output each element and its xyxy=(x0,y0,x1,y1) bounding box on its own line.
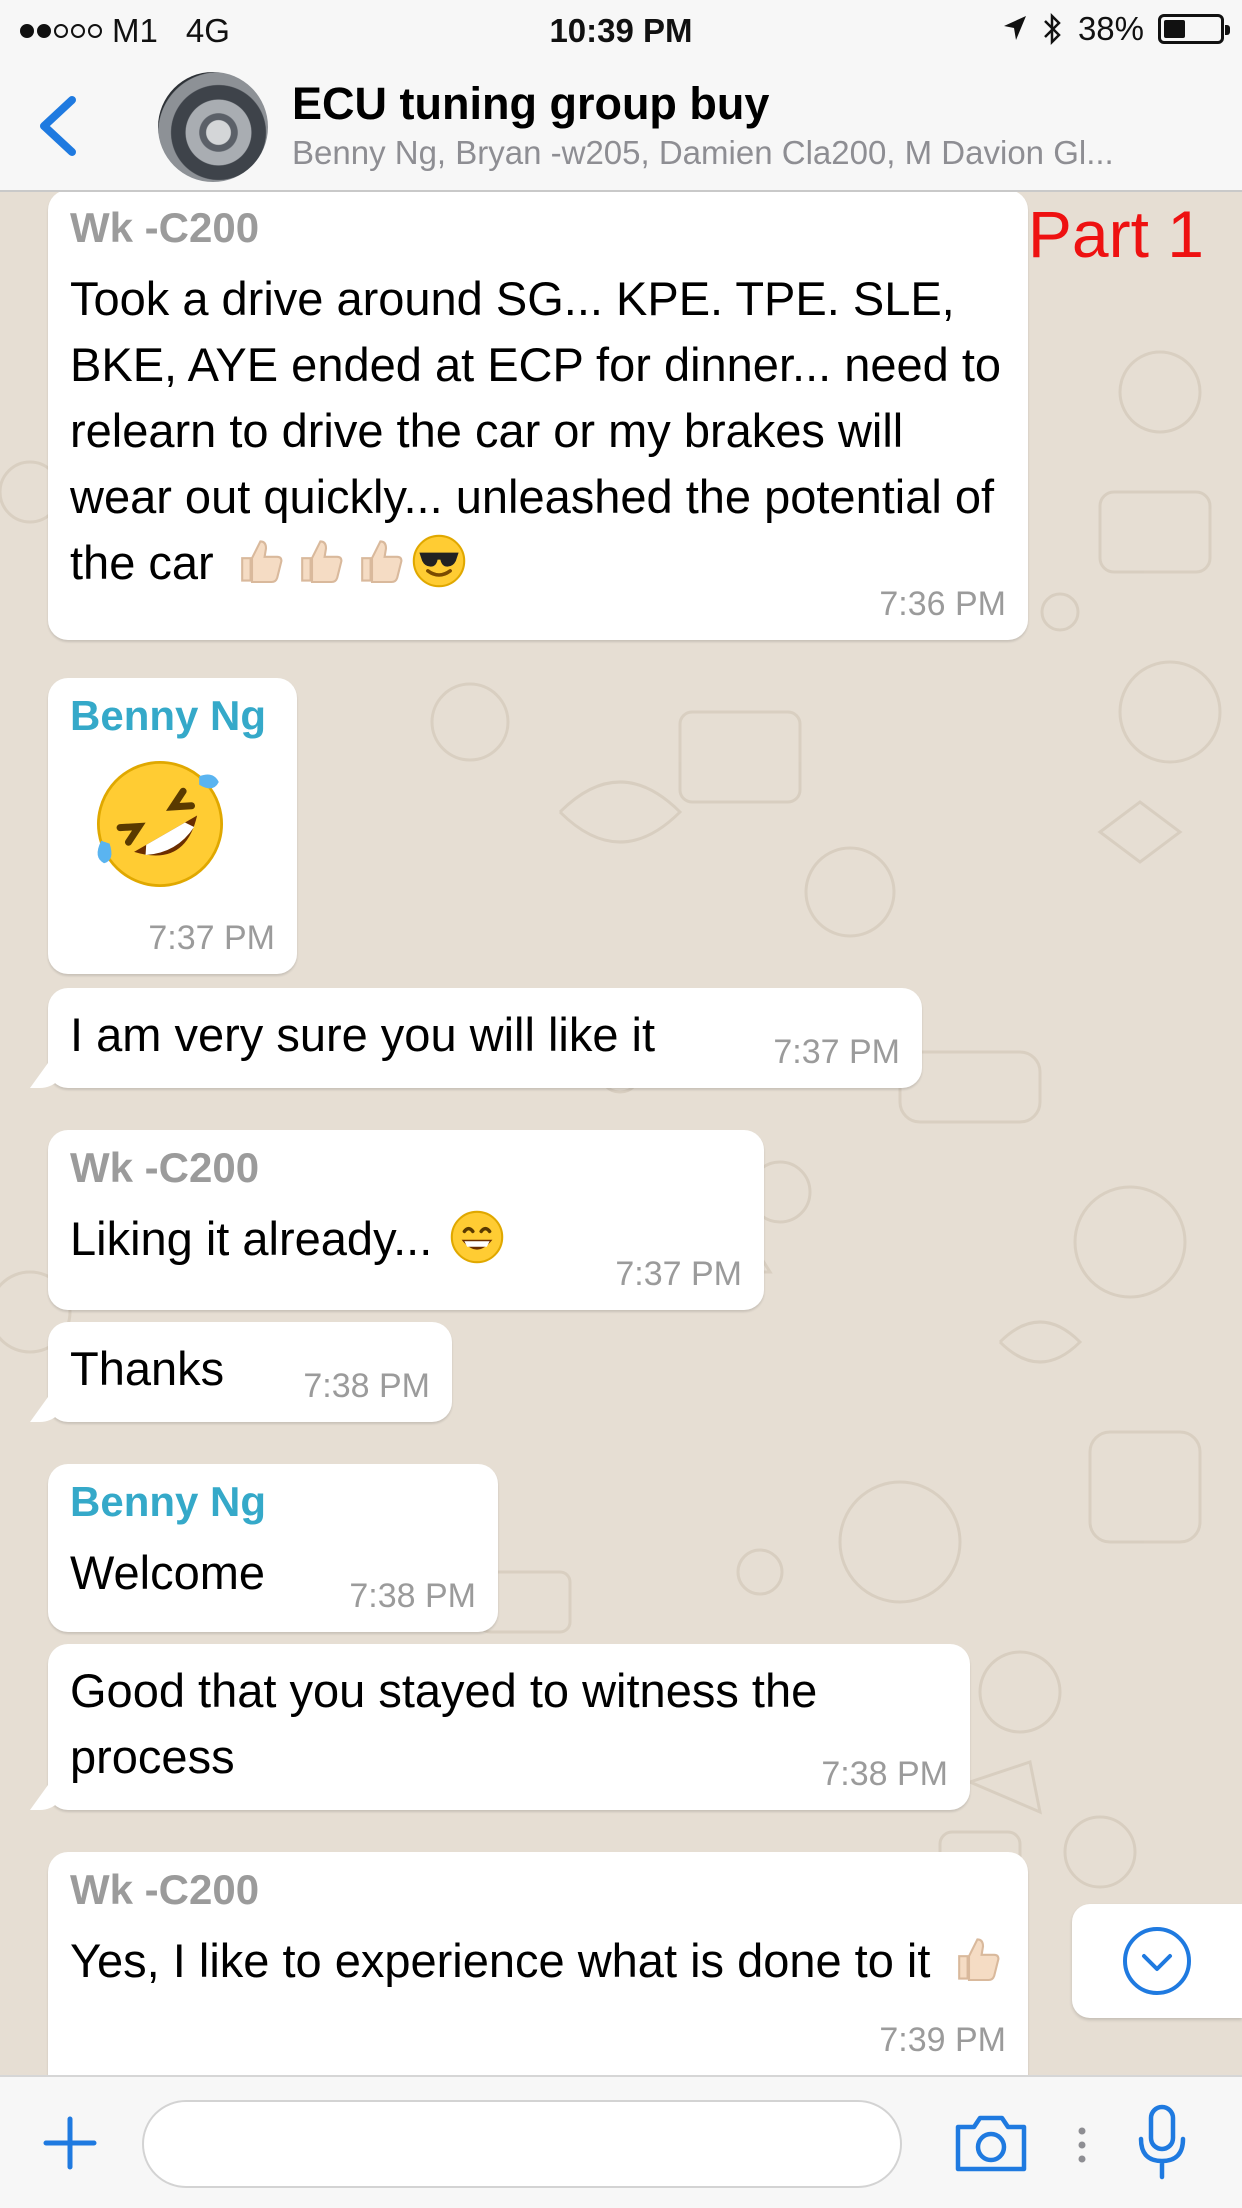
camera-button[interactable] xyxy=(952,2111,1030,2175)
message-text: Yes, I like to experience what is done t… xyxy=(70,1928,1006,1994)
thumbs-up-icon xyxy=(300,540,343,584)
message-sender: Wk -C200 xyxy=(70,1144,260,1191)
input-bar xyxy=(0,2075,1242,2208)
camera-icon xyxy=(955,2115,1027,2172)
thumbs-up-icon xyxy=(240,540,283,584)
message-input[interactable] xyxy=(142,2100,902,2188)
status-right: 38% xyxy=(1002,10,1230,48)
message-time: 7:38 PM xyxy=(349,1577,476,1615)
thumbs-up-icon xyxy=(957,1938,999,1982)
message-sender: Wk -C200 xyxy=(70,1866,260,1913)
bluetooth-icon xyxy=(1044,12,1061,46)
message-text-content: Took a drive around SG... KPE. TPE. SLE,… xyxy=(70,272,1002,589)
overlay-label: Part 1 xyxy=(1027,197,1204,271)
group-avatar[interactable] xyxy=(158,72,268,182)
plus-icon xyxy=(43,2116,97,2170)
more-options-dots xyxy=(1077,2125,1087,2165)
message-time: 7:39 PM xyxy=(879,2021,1006,2059)
battery-percent: 38% xyxy=(1077,10,1144,47)
chat-area[interactable]: Part 1 Wk -C200 Took a drive around SG..… xyxy=(0,192,1242,2075)
message-bubble[interactable]: Thanks 7:38 PM xyxy=(48,1322,452,1422)
message-text-content: Liking it already... xyxy=(70,1212,433,1265)
location-arrow-icon xyxy=(1003,16,1026,40)
message-bubble[interactable]: Wk -C200 Liking it already... 7:37 PM xyxy=(48,1130,764,1310)
grinning-face-with-smiling-eyes-icon xyxy=(451,1210,504,1264)
message-bubble[interactable]: Wk -C200 Took a drive around SG... KPE. … xyxy=(48,192,1028,640)
message-time: 7:36 PM xyxy=(879,585,1006,623)
message-text: Good that you stayed to witness the proc… xyxy=(70,1664,818,1783)
battery-fill xyxy=(1164,20,1185,38)
message-time: 7:37 PM xyxy=(148,919,275,957)
message-time: 7:37 PM xyxy=(615,1255,742,1293)
vertical-dots-icon xyxy=(1078,2127,1086,2163)
microphone-icon xyxy=(1138,2104,1186,2180)
message-time: 7:38 PM xyxy=(821,1755,948,1793)
chevron-down-circle-icon xyxy=(1123,1927,1191,1995)
message-bubble[interactable]: Good that you stayed to witness the proc… xyxy=(48,1644,970,1810)
message-bubble[interactable]: Benny Ng Welcome 7:38 PM xyxy=(48,1464,498,1632)
group-members[interactable]: Benny Ng, Bryan -w205, Damien Cla200, M … xyxy=(292,134,1227,172)
smiling-face-with-sunglasses-icon xyxy=(412,534,465,588)
message-sender: Benny Ng xyxy=(70,692,267,739)
message-bubble[interactable]: I am very sure you will like it 7:37 PM xyxy=(48,988,922,1088)
group-title[interactable]: ECU tuning group buy xyxy=(292,78,769,130)
message-bubble[interactable]: Benny Ng 7:37 PM xyxy=(48,678,297,974)
attach-button[interactable] xyxy=(40,2113,100,2173)
chevron-left-icon xyxy=(40,96,76,156)
back-button[interactable] xyxy=(28,86,88,166)
thumbs-up-icon xyxy=(360,540,403,584)
voice-record-button[interactable] xyxy=(1132,2103,1192,2183)
message-text: Took a drive around SG... KPE. TPE. SLE,… xyxy=(70,266,1006,596)
scroll-to-bottom-button[interactable] xyxy=(1072,1904,1242,2018)
message-time: 7:38 PM xyxy=(303,1367,430,1405)
message-sender: Wk -C200 xyxy=(70,204,260,251)
status-bar: M1 4G 10:39 PM 38% xyxy=(0,0,1242,62)
message-text-content: Yes, I like to experience what is done t… xyxy=(70,1934,931,1987)
message-time: 7:37 PM xyxy=(773,1033,900,1071)
battery-icon xyxy=(1158,14,1230,44)
chat-header: ECU tuning group buy Benny Ng, Bryan -w2… xyxy=(0,62,1242,192)
message-bubble[interactable]: Wk -C200 Yes, I like to experience what … xyxy=(48,1852,1028,2075)
message-sender: Benny Ng xyxy=(70,1478,267,1525)
rolling-on-the-floor-laughing-icon xyxy=(97,761,223,887)
